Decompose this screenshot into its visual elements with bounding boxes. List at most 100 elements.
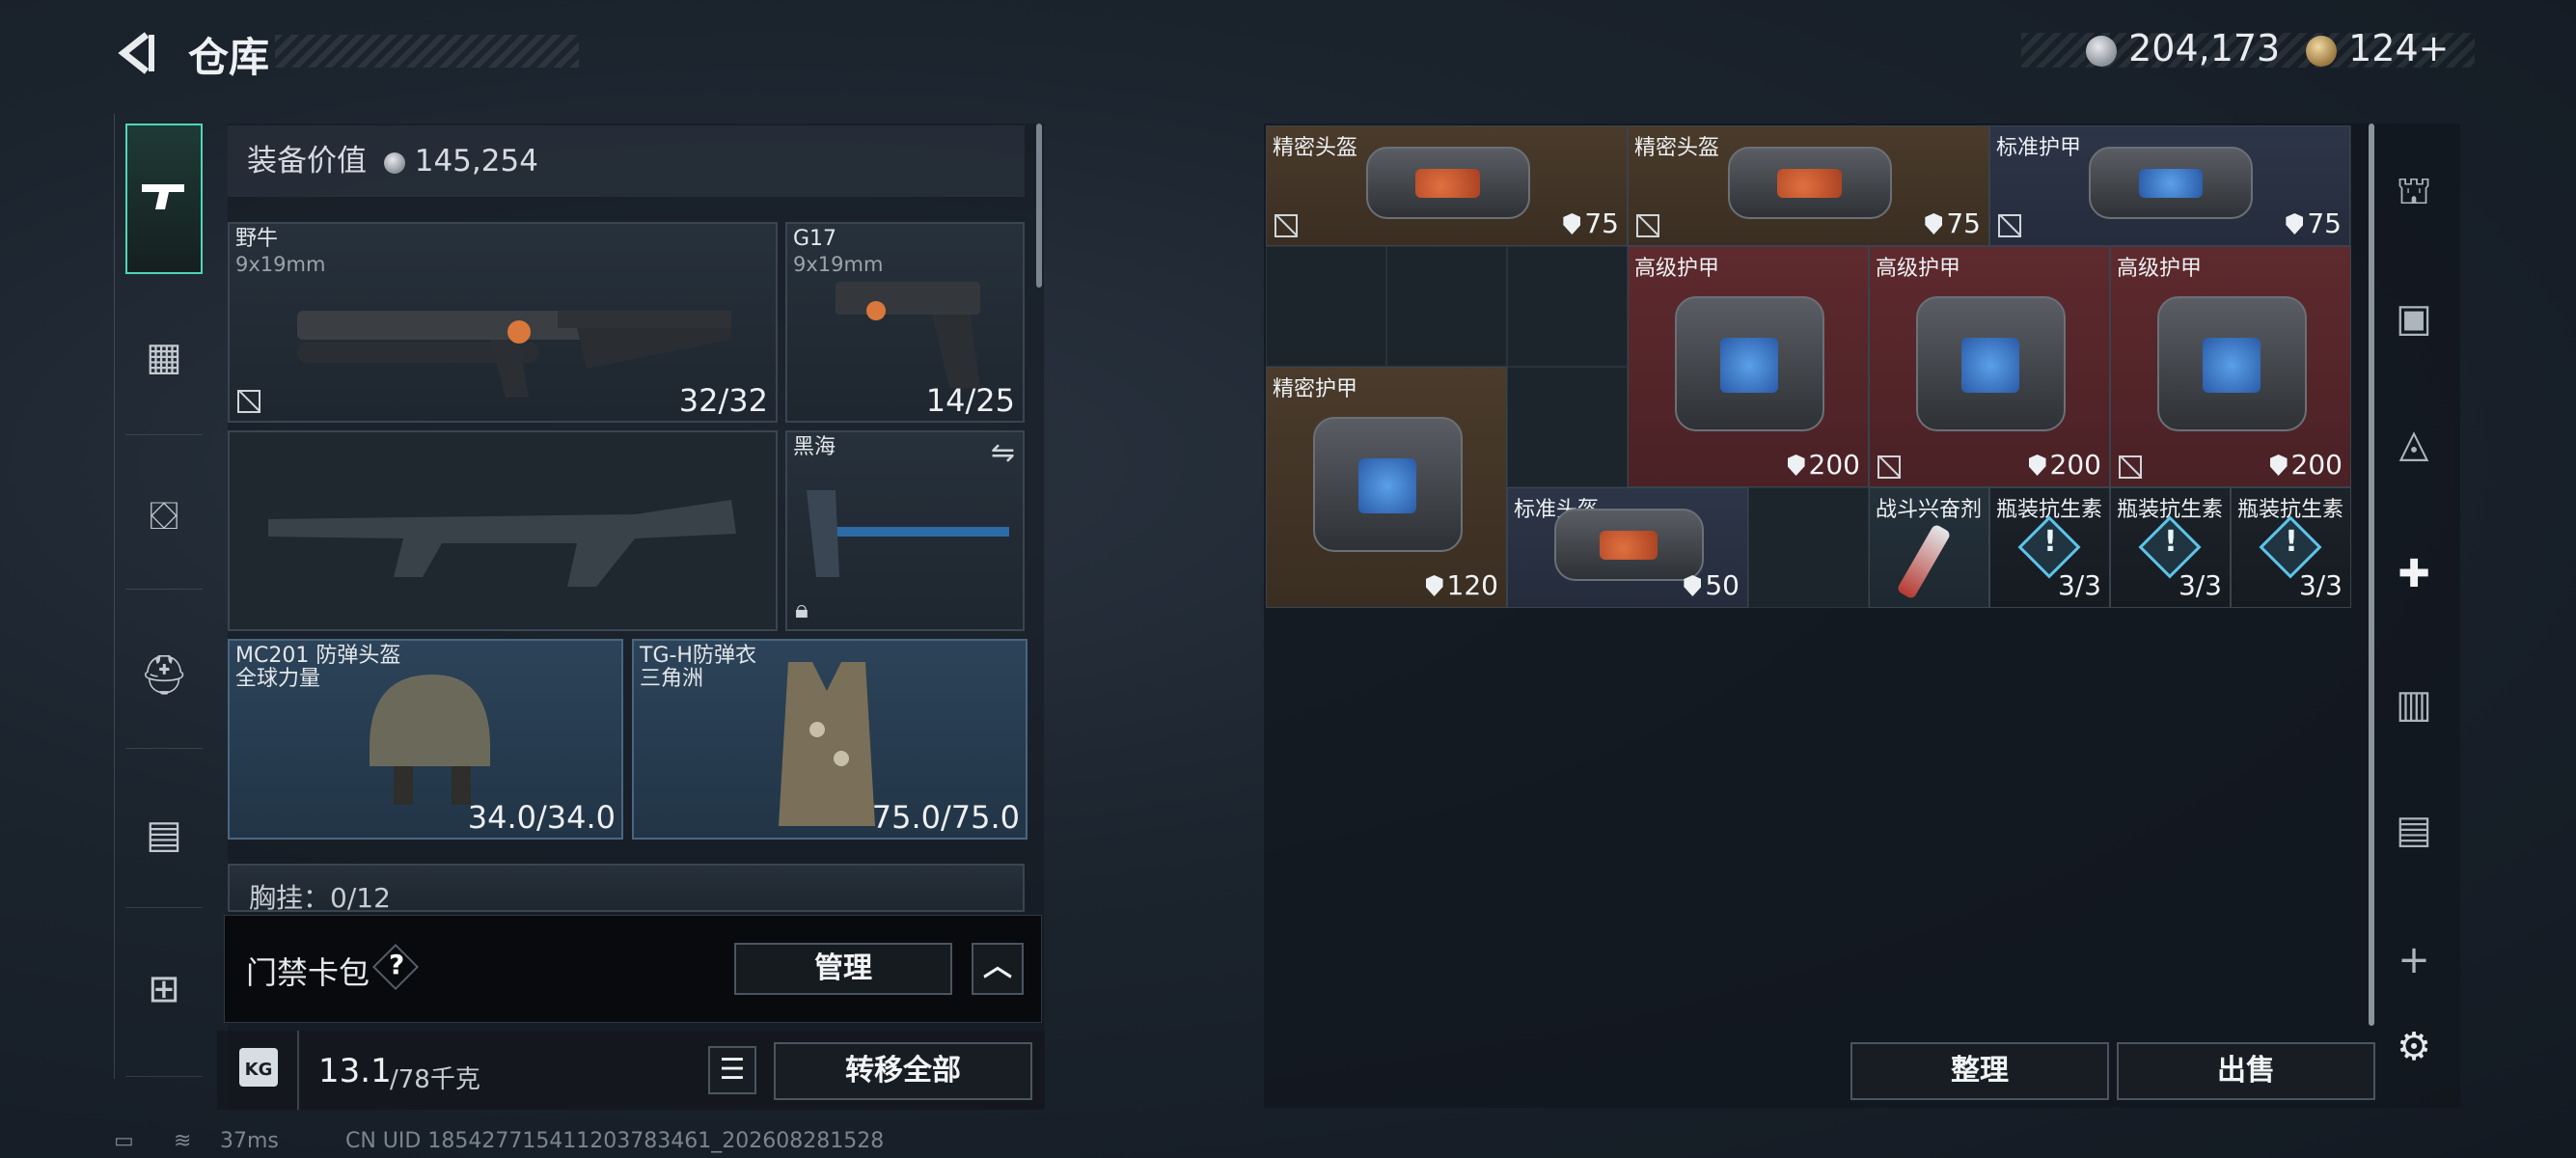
gear-case-icon — [1915, 296, 2066, 431]
stash-item[interactable]: 高级护甲 200 — [1869, 246, 2110, 487]
item-value: 3/3 — [2058, 569, 2101, 601]
nav-weapon[interactable] — [125, 124, 203, 274]
sort-button[interactable]: 整理 — [1850, 1042, 2109, 1100]
item-name: 高级护甲 — [1876, 257, 1961, 281]
nav-divider — [125, 907, 203, 908]
item-value: 3/3 — [2179, 569, 2222, 601]
item-value-text: 120 — [1446, 569, 1498, 601]
stash-item[interactable]: 高级护甲 200 — [2110, 246, 2351, 487]
stash-tab-1-icon[interactable]: ⛫ — [2375, 152, 2453, 230]
item-name: 战斗兴奋剂 — [1876, 498, 1983, 522]
melee-name: 黑海 — [793, 435, 836, 459]
item-value-text: 75 — [1946, 207, 1981, 239]
swap-icon[interactable]: ⇋ — [991, 436, 1015, 470]
primary-weapon-name: 野牛 — [235, 227, 279, 251]
primary-weapon-slot[interactable]: 野牛 9x19mm 32/32 — [228, 222, 778, 423]
armor-name: TG-H防弹衣 — [640, 644, 756, 668]
not-insured-icon — [237, 390, 260, 413]
stash-tab-medical-icon[interactable]: ✚ — [2375, 536, 2453, 613]
nav-divider — [125, 1076, 203, 1077]
stash-tab-5-icon[interactable]: ▥ — [2375, 666, 2453, 743]
settings-icon[interactable]: ⚙ — [2375, 1008, 2453, 1086]
case-screen — [1599, 531, 1658, 561]
weapon-icon — [142, 184, 184, 209]
manage-button[interactable]: 管理 — [734, 943, 952, 995]
melee-slot[interactable]: 黑海 ⇋ 🔒︎ — [785, 430, 1025, 631]
gear-case-icon — [2089, 147, 2253, 219]
stash-cell[interactable] — [1386, 246, 1507, 367]
armor-maker: 三角洲 — [640, 667, 704, 691]
stash-item[interactable]: 精密护甲 120 — [1266, 367, 1507, 608]
stash-cell[interactable] — [1748, 487, 1869, 608]
stash-item[interactable]: 精密头盔 75 — [1628, 125, 1989, 246]
case-screen — [1719, 337, 1779, 393]
gold-currency[interactable]: 124+ — [2306, 27, 2449, 69]
equipment-scrollbar[interactable] — [1036, 124, 1042, 288]
stash-item[interactable]: 高级护甲 200 — [1628, 246, 1869, 487]
collapse-button[interactable]: ︿ — [972, 943, 1024, 995]
chest-rig-label: 胸挂：0/12 — [249, 882, 391, 912]
list-view-icon[interactable]: ☰ — [708, 1046, 756, 1094]
helmet-icon — [370, 675, 490, 805]
back-arrow-icon[interactable] — [114, 29, 158, 77]
helmet-durability: 34.0/34.0 — [467, 799, 616, 836]
helmet-slot[interactable]: MC201 防弹头盔 全球力量 34.0/34.0 — [228, 639, 623, 840]
case-screen — [2202, 337, 2261, 393]
stash-scrollbar[interactable] — [2369, 124, 2374, 1026]
not-insured-icon — [2119, 455, 2142, 479]
stash-item[interactable]: 精密头盔 75 — [1266, 125, 1628, 246]
weight-current: 13.1 — [318, 1052, 392, 1090]
not-insured-icon — [1274, 214, 1298, 237]
exclamation-icon: ! — [2043, 525, 2057, 559]
pistol-slot[interactable]: G17 9x19mm 14/25 — [785, 222, 1025, 423]
not-insured-icon — [1998, 214, 2021, 237]
stash-cell[interactable] — [1266, 246, 1386, 367]
armor-class-icon — [1684, 575, 1702, 596]
item-value: 50 — [1684, 569, 1740, 601]
stash-tab-2-icon[interactable]: ◬ — [2375, 405, 2453, 482]
chest-rig-icon[interactable]: ▦ — [125, 318, 203, 396]
stash-tab-4-icon[interactable]: ▣ — [2375, 280, 2453, 357]
stash-item[interactable]: 标准护甲 75 — [1989, 125, 2350, 246]
exclamation-icon: ! — [2164, 525, 2178, 559]
helmet-maker: 全球力量 — [235, 667, 321, 691]
stimulant-syringe-icon — [1896, 523, 1952, 600]
stash-cell[interactable] — [1507, 246, 1628, 367]
nav-divider — [125, 589, 203, 590]
body-armor-icon — [779, 662, 875, 826]
stash-item[interactable]: 瓶装抗生素! 3/3 — [2110, 487, 2231, 608]
backpack-icon[interactable]: ⛋ — [125, 478, 203, 555]
item-name: 精密头盔 — [1634, 136, 1720, 160]
help-icon: ? — [389, 949, 405, 980]
chest-rig-slot[interactable]: 胸挂：0/12 — [228, 864, 1025, 912]
toolbox-icon[interactable]: ⊞ — [125, 951, 203, 1028]
item-name: 标准护甲 — [1996, 136, 2082, 160]
helmet-backpack-icon[interactable]: ⛑ — [125, 637, 203, 714]
silver-currency: 204,173 — [2086, 27, 2280, 69]
weight-kg-icon: KG — [239, 1048, 278, 1087]
stash-item[interactable]: 战斗兴奋剂 — [1869, 487, 1989, 608]
empty-rifle-silhouette-icon — [268, 500, 736, 587]
not-insured-icon — [1636, 214, 1659, 237]
stash-cell[interactable] — [1507, 367, 1628, 487]
secondary-weapon-slot[interactable] — [228, 430, 778, 631]
stash-item[interactable]: 瓶装抗生素! 3/3 — [1989, 487, 2110, 608]
page-title: 仓库 — [188, 34, 270, 81]
exclamation-icon: ! — [2285, 525, 2298, 559]
stash-item[interactable]: 标准头盔 50 — [1507, 487, 1748, 608]
item-value: 200 — [1787, 449, 1860, 481]
add-tab-icon[interactable]: + — [2375, 922, 2453, 999]
armor-class-icon — [1425, 575, 1443, 596]
armor-class-icon — [2269, 455, 2288, 476]
transfer-all-button[interactable]: 转移全部 — [774, 1042, 1032, 1100]
silver-amount: 204,173 — [2128, 27, 2281, 69]
item-value: 200 — [2028, 449, 2101, 481]
container-icon[interactable]: ▤ — [125, 796, 203, 873]
sell-button[interactable]: 出售 — [2117, 1042, 2375, 1100]
stash-item[interactable]: 瓶装抗生素! 3/3 — [2231, 487, 2351, 608]
gear-case-icon — [1727, 147, 1892, 219]
armor-slot[interactable]: TG-H防弹衣 三角洲 75.0/75.0 — [632, 639, 1028, 840]
case-screen — [2138, 169, 2204, 199]
item-value-text: 50 — [1705, 569, 1740, 601]
stash-tab-3-icon[interactable]: ▤ — [2375, 791, 2453, 868]
